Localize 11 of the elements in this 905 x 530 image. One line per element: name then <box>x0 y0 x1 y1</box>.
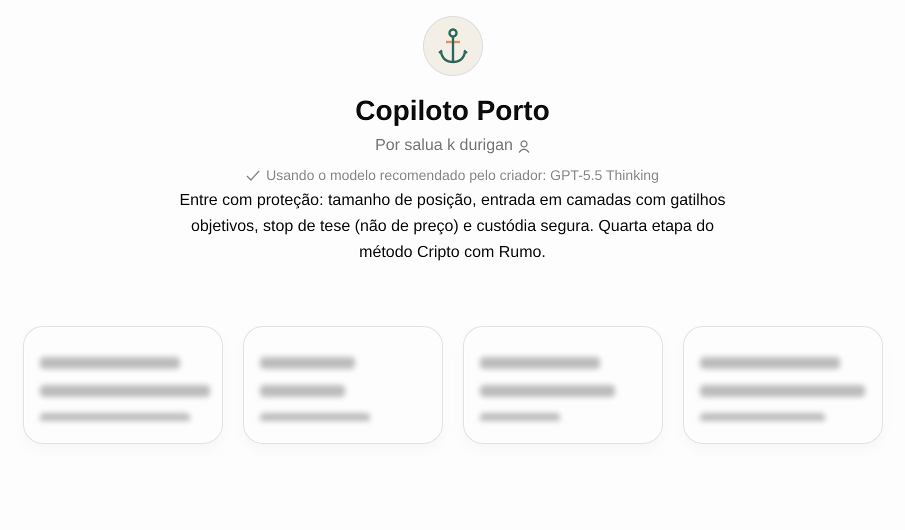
gpt-title: Copiloto Porto <box>355 94 550 128</box>
check-icon <box>246 170 260 180</box>
suggestion-card[interactable] <box>463 326 663 444</box>
author-name: Por salua k durigan <box>375 137 513 155</box>
gpt-description: Entre com proteção: tamanho de posição, entrada em camadas com gatilhos objetivos, stop de tese (não de preço) e custódia segura. Quarta etapa do método Cripto com Rumo. <box>178 191 727 263</box>
suggestion-card[interactable] <box>683 326 883 444</box>
suggestion-card[interactable] <box>243 326 443 444</box>
suggestion-card[interactable] <box>23 326 223 444</box>
person-icon <box>518 140 530 152</box>
model-note: Usando o modelo recomendado pelo criador: GPT-5.5 Thinking <box>266 167 659 183</box>
anchor-logo-icon <box>422 16 482 76</box>
